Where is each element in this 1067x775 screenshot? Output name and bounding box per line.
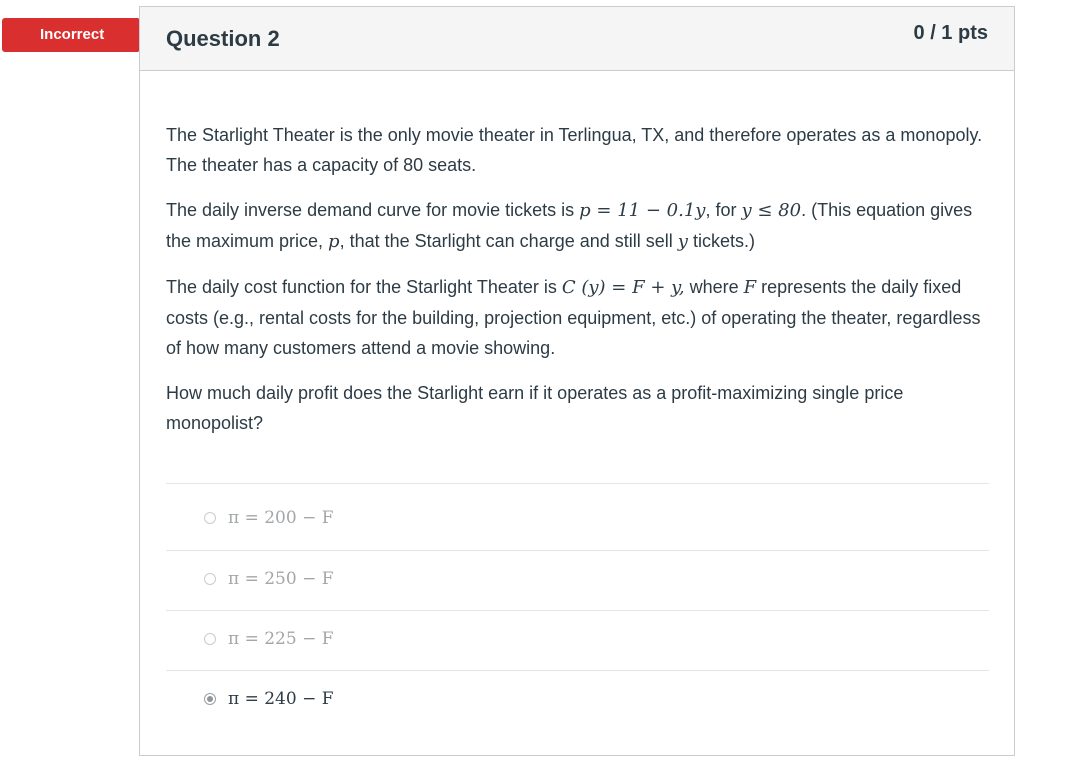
question-points: 0 / 1 pts	[913, 22, 988, 44]
p2-text-b: , for	[705, 200, 742, 220]
p3-text-b: where	[684, 277, 744, 297]
question-paragraph-1: The Starlight Theater is the only movie …	[166, 125, 983, 175]
capacity-condition: y ≤ 80	[741, 200, 802, 221]
p2-text-d: , that the Starlight can charge and stil…	[339, 231, 678, 251]
f-variable: F	[743, 277, 757, 298]
answer-text: π = 225 − F	[228, 629, 334, 649]
answer-list: π = 200 − F π = 250 − F π = 225 − F π = …	[166, 483, 989, 730]
p-variable: p	[328, 231, 340, 252]
question-paragraph-3: The daily cost function for the Starligh…	[166, 272, 986, 363]
p3-text-a: The daily cost function for the Starligh…	[166, 277, 562, 297]
p2-text-e: tickets.)	[687, 231, 755, 251]
question-paragraph-4: How much daily profit does the Starlight…	[166, 383, 904, 433]
answer-text: π = 250 − F	[228, 569, 334, 589]
radio-button[interactable]	[204, 633, 216, 645]
question-paragraph-2: The daily inverse demand curve for movie…	[166, 195, 986, 257]
answer-text: π = 240 − F	[228, 689, 334, 709]
question-title: Question 2	[166, 26, 280, 51]
answer-option-selected[interactable]: π = 240 − F	[166, 670, 989, 730]
demand-equation: p = 11 − 0.1y	[579, 200, 706, 221]
p2-text-a: The daily inverse demand curve for movie…	[166, 200, 580, 220]
answer-option[interactable]: π = 225 − F	[166, 610, 989, 670]
radio-button[interactable]	[204, 512, 216, 524]
answer-option[interactable]: π = 250 − F	[166, 550, 989, 610]
question-card: Question 2 0 / 1 pts The Starlight Theat…	[139, 6, 1015, 756]
incorrect-badge: Incorrect	[2, 18, 138, 52]
question-text: The Starlight Theater is the only movie …	[166, 120, 986, 453]
answer-option[interactable]: π = 200 − F	[166, 483, 989, 550]
answer-text: π = 200 − F	[228, 508, 334, 528]
radio-button-selected[interactable]	[204, 693, 216, 705]
cost-equation: C (y) = F + y,	[561, 277, 685, 298]
question-header: Question 2 0 / 1 pts	[140, 7, 1014, 71]
y-variable: y	[677, 231, 688, 252]
radio-button[interactable]	[204, 573, 216, 585]
